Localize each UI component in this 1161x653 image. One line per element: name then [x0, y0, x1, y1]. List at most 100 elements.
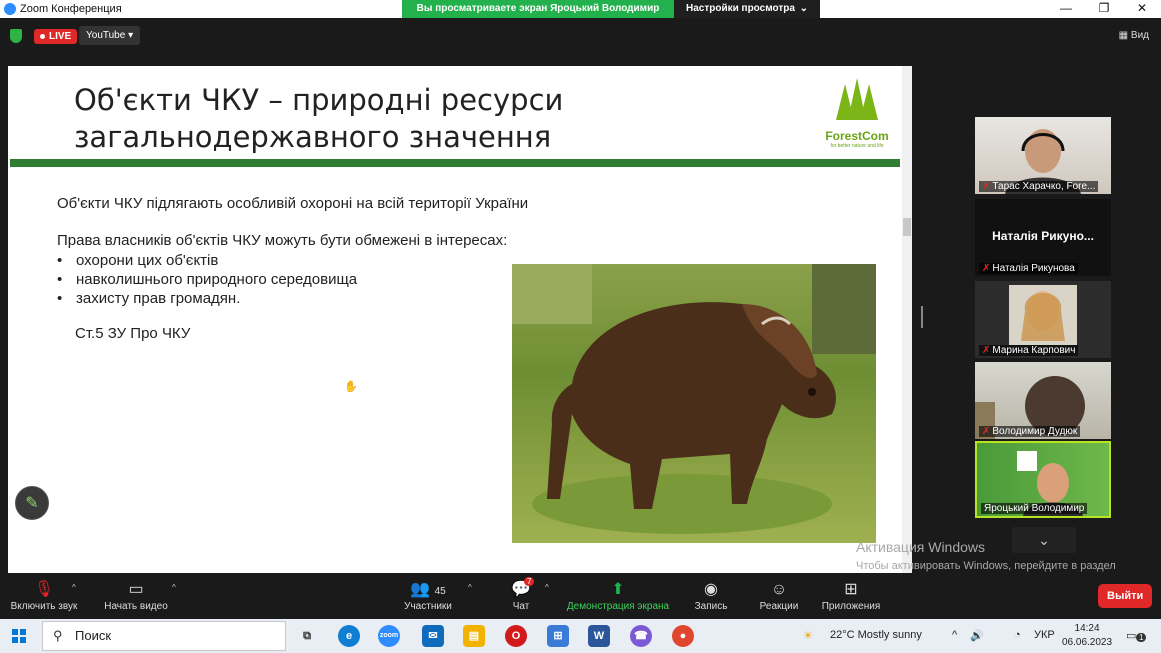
tray-chevron-icon[interactable]: ^ — [952, 629, 957, 641]
apps-button[interactable]: ⊞ Приложения — [818, 579, 884, 612]
video-off-icon: ▭ — [128, 581, 144, 598]
participants-count: 45 — [434, 586, 446, 597]
participant-tile[interactable]: ✗ Марина Карпович — [975, 281, 1111, 358]
view-button[interactable]: ▦ Вид — [1119, 30, 1149, 41]
slide-reference: Ст.5 ЗУ Про ЧКУ — [75, 325, 191, 342]
view-options-label: Настройки просмотра — [686, 3, 795, 14]
participant-tile[interactable]: ✗ Тарас Харачко, Fore... — [975, 117, 1111, 194]
forestcom-logo: ForestCom for better nature and life — [822, 78, 892, 149]
slide-scrollbar[interactable] — [902, 66, 912, 573]
participant-name: Ярoцький Володимир — [981, 503, 1088, 514]
window-title: Zoom Конференция — [20, 3, 122, 15]
participants-button[interactable]: 👥 45 Участники — [400, 579, 456, 612]
windows-taskbar: ⚲ Поиск ⧉ e zoom ✉ ▤ O ⊞ W ☎ ● ☀ 22°C Mos… — [0, 619, 1161, 653]
reactions-label: Реакции — [759, 601, 799, 612]
panel-resize-handle[interactable] — [921, 306, 923, 328]
participant-name: ✗ Наталія Рикунова — [979, 263, 1078, 274]
minimize-icon[interactable]: — — [1047, 0, 1085, 18]
participants-icon: 👥 45 — [410, 581, 446, 598]
live-badge[interactable]: LIVE — [34, 29, 78, 44]
video-options-caret[interactable]: ^ — [172, 583, 176, 592]
logo-tag: for better nature and life — [830, 143, 884, 149]
annotate-pen-icon[interactable]: ✎ — [15, 486, 49, 520]
audio-options-caret[interactable]: ^ — [72, 583, 76, 592]
clock-time: 14:24 — [1074, 623, 1100, 634]
slide-title: Об'єкти ЧКУ – природні ресурси загальнод… — [74, 82, 563, 156]
logo-brand: ForestCom — [825, 129, 889, 143]
taskbar-clock[interactable]: 14:24 06.06.2023 — [1062, 622, 1112, 650]
meeting-topbar: LIVE YouTube ▾ ▦ Вид — [0, 18, 1161, 56]
security-shield-icon[interactable] — [10, 29, 22, 43]
participant-tile[interactable]: Наталія Рикуно... ✗ Наталія Рикунова — [975, 199, 1111, 276]
share-message: Вы просматриваете экран Ярoцький Володим… — [402, 0, 674, 18]
share-banner: Вы просматриваете экран Ярoцький Володим… — [402, 0, 820, 18]
share-screen-button[interactable]: ⬆ Демонстрация экрана — [563, 579, 673, 612]
stream-label: YouTube — [86, 30, 126, 41]
windows-start-icon[interactable] — [12, 629, 26, 643]
wifi-icon[interactable]: ◔ — [1014, 629, 1021, 641]
unmute-button[interactable]: 🎙 Включить звук — [8, 579, 80, 612]
taskbar-search[interactable]: ⚲ Поиск — [42, 621, 286, 651]
edge-icon[interactable]: e — [338, 625, 360, 647]
language-indicator[interactable]: УКР — [1034, 629, 1055, 641]
bullet-item: захисту прав громадян. — [57, 289, 357, 308]
bullet-item: охорони цих об'єктів — [57, 251, 357, 270]
opera-icon[interactable]: O — [505, 625, 527, 647]
mic-muted-icon: ✗ — [982, 426, 991, 437]
mail-icon[interactable]: ✉ — [422, 625, 444, 647]
mic-muted-icon: 🎙 — [33, 581, 55, 598]
participants-caret[interactable]: ^ — [468, 583, 472, 592]
reactions-button[interactable]: ☺ Реакции — [756, 579, 802, 612]
start-video-button[interactable]: ▭ Начать видео — [100, 579, 172, 612]
view-options-button[interactable]: Настройки просмотра ⌄ — [674, 0, 820, 18]
participant-name: ✗ Марина Карпович — [979, 345, 1079, 356]
viber-icon[interactable]: ☎ — [630, 625, 652, 647]
search-icon: ⚲ — [53, 628, 63, 643]
slide-bullet-list: охорони цих об'єктів навколишнього приро… — [57, 251, 357, 308]
share-screen-label: Демонстрация экрана — [566, 601, 670, 612]
mic-muted-icon: ✗ — [982, 181, 991, 192]
zoom-app-icon — [4, 3, 16, 15]
leave-button[interactable]: Выйти — [1098, 584, 1153, 608]
weather-icon: ☀ — [803, 630, 813, 642]
zoom-taskbar-icon[interactable]: zoom — [378, 625, 400, 647]
chat-caret[interactable]: ^ — [545, 583, 549, 592]
weather-text[interactable]: 22°C Mostly sunny — [830, 629, 922, 641]
participants-label: Участники — [404, 601, 452, 612]
start-video-label: Начать видео — [104, 601, 168, 612]
slide-title-line1: Об'єкти ЧКУ – природні ресурси — [74, 83, 564, 117]
stream-dropdown[interactable]: YouTube ▾ — [79, 26, 141, 45]
notification-icon[interactable]: ▭ — [1126, 629, 1136, 642]
bullet-item: навколишнього природного середовища — [57, 270, 357, 289]
shared-slide: Об'єкти ЧКУ – природні ресурси загальнод… — [8, 66, 912, 573]
participant-tile-active-speaker[interactable]: Ярoцький Володимир — [975, 441, 1111, 518]
share-screen-icon: ⬆ — [611, 581, 625, 598]
record-button[interactable]: ◉ Запись — [690, 579, 732, 612]
slide-paragraph-1: Об'єкти ЧКУ підлягають особливій охороні… — [57, 195, 529, 212]
mic-muted-icon: ✗ — [982, 263, 991, 274]
meeting-toolbar: 🎙 Включить звук ^ ▭ Начать видео ^ 👥 45 … — [0, 575, 1161, 619]
clock-date: 06.06.2023 — [1062, 637, 1113, 648]
file-explorer-icon[interactable]: ▤ — [463, 625, 485, 647]
bison-photo — [512, 264, 876, 543]
unmute-label: Включить звук — [10, 601, 78, 612]
chat-label: Чат — [512, 601, 530, 612]
slide-paragraph-2: Права власників об'єктів ЧКУ можуть бути… — [57, 232, 508, 249]
search-placeholder: Поиск — [75, 628, 112, 643]
slide-divider — [10, 159, 900, 167]
windows-activation-title: Активация Windows — [856, 539, 986, 555]
word-icon[interactable]: W — [588, 625, 610, 647]
participant-display-name: Наталія Рикуно... — [992, 229, 1094, 243]
participant-name: ✗ Тарас Харачко, Fore... — [979, 181, 1099, 192]
gallery-scroll-down[interactable]: ⌄ — [1012, 527, 1076, 553]
slide-title-line2: загальнодержавного значення — [74, 120, 552, 154]
participant-tile[interactable]: ✗ Володимир Дудюк — [975, 362, 1111, 439]
apps-label: Приложения — [821, 601, 881, 612]
scrollbar-thumb[interactable] — [903, 218, 911, 236]
store-icon[interactable]: ⊞ — [547, 625, 569, 647]
volume-icon[interactable]: 🔊 — [970, 629, 984, 642]
maximize-icon[interactable]: ❐ — [1085, 0, 1123, 18]
task-view-icon[interactable]: ⧉ — [296, 625, 318, 647]
close-icon[interactable]: ✕ — [1123, 0, 1161, 18]
chrome-icon[interactable]: ● — [672, 625, 694, 647]
